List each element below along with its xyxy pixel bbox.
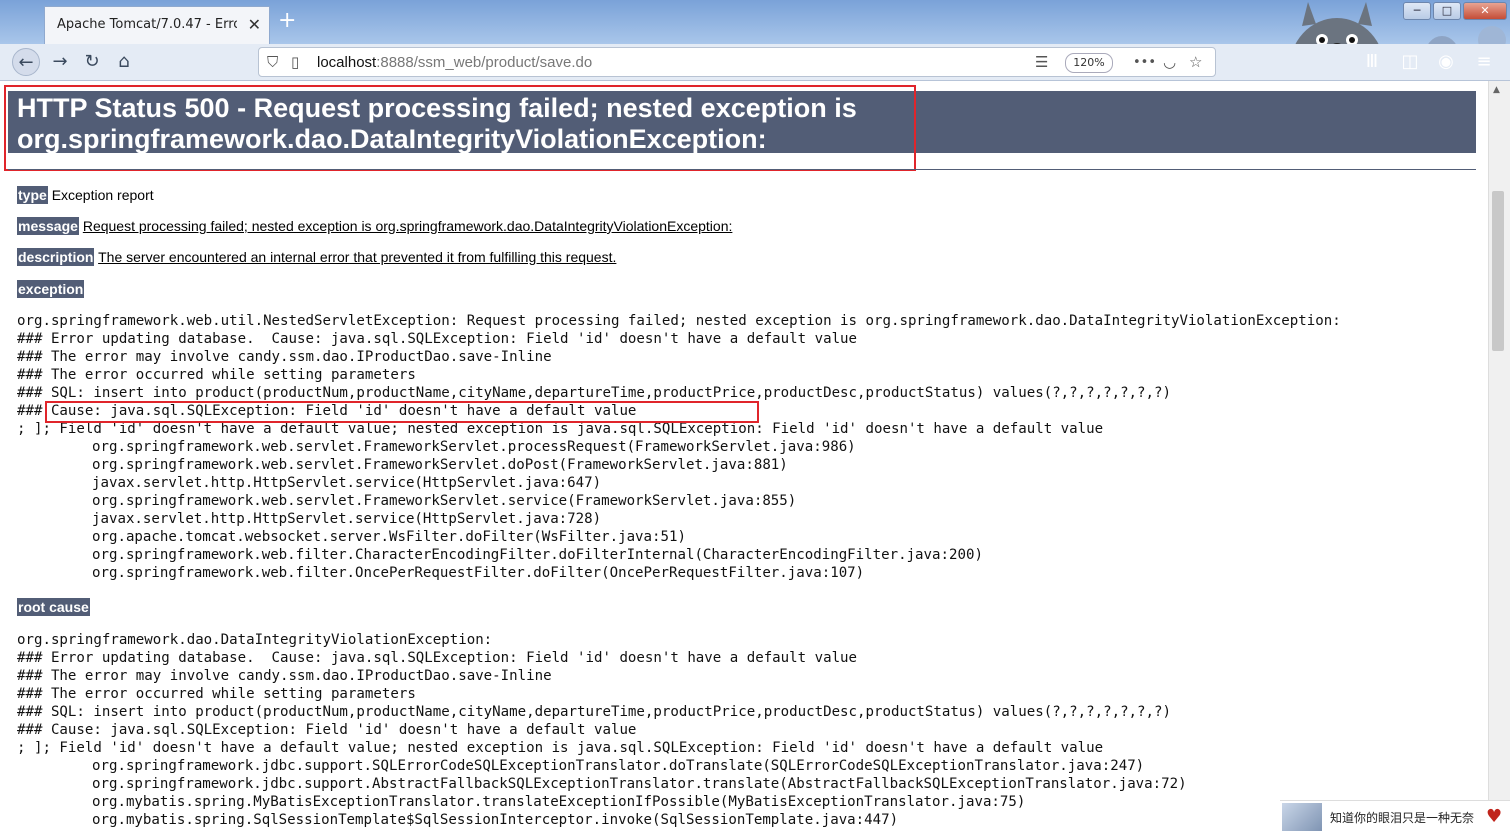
stack-frame: org.mybatis.spring.MyBatisExceptionTrans… [92, 794, 1026, 810]
menu-icon[interactable]: ≡ [1470, 48, 1498, 76]
browser-tab[interactable]: Apache Tomcat/7.0.47 - Error re ✕ [44, 6, 270, 44]
zoom-level-badge[interactable]: 120% [1065, 53, 1113, 73]
message-value: Request processing failed; nested except… [82, 218, 733, 234]
address-bar[interactable]: ⛉ ▯ localhost:8888/ssm_web/product/save.… [258, 47, 1216, 77]
message-row: message Request processing failed; neste… [17, 217, 733, 235]
trace-line: ### The error occurred while setting par… [17, 686, 416, 702]
type-row: type Exception report [17, 186, 154, 204]
stack-frame: org.mybatis.spring.SqlSessionTemplate$Sq… [92, 812, 899, 828]
exception-label: exception [17, 280, 85, 298]
close-tab-icon[interactable]: ✕ [248, 15, 261, 34]
trace-line: ### SQL: insert into product(productNum,… [17, 385, 1171, 401]
trace-line: ### Error updating database. Cause: java… [17, 650, 858, 666]
minimize-button[interactable]: ─ [1403, 2, 1431, 20]
more-actions-icon[interactable]: ••• [1133, 55, 1156, 70]
trace-line: ### The error may involve candy.ssm.dao.… [17, 349, 552, 365]
sidebar-icon[interactable]: ◫ [1396, 48, 1424, 76]
stack-frame: org.apache.tomcat.websocket.server.WsFil… [92, 529, 686, 545]
stack-frame: org.springframework.web.servlet.Framewor… [92, 439, 856, 455]
scroll-up-arrow-icon[interactable]: ▲ [1493, 85, 1500, 95]
reload-icon[interactable]: ↻ [78, 48, 106, 76]
trace-line: org.springframework.dao.DataIntegrityVio… [17, 632, 493, 648]
stack-frame: org.springframework.jdbc.support.SQLErro… [92, 758, 1145, 774]
root-cause-stack-trace: org.springframework.dao.DataIntegrityVio… [17, 631, 1187, 829]
notification-text: 知道你的眼泪只是一种无奈 [1330, 811, 1475, 825]
pocket-icon[interactable]: ◡ [1163, 53, 1176, 71]
stack-frame: org.springframework.web.filter.Character… [92, 547, 983, 563]
trace-line: ### Error updating database. Cause: java… [17, 331, 858, 347]
trace-line: org.springframework.web.util.NestedServl… [17, 313, 1341, 329]
trace-line: ### Cause: java.sql.SQLException: Field … [17, 722, 637, 738]
stack-frame: org.springframework.jdbc.support.Abstrac… [92, 776, 1187, 792]
exception-row: exception [17, 280, 85, 298]
window-close-button[interactable]: ✕ [1463, 2, 1507, 20]
stack-frame: javax.servlet.http.HttpServlet.service(H… [92, 511, 602, 527]
cause-highlight-box [45, 401, 759, 423]
page-content: HTTP Status 500 - Request processing fai… [0, 81, 1488, 832]
trace-line: ### The error may involve candy.ssm.dao.… [17, 668, 552, 684]
library-icon[interactable]: Ⅲ [1358, 48, 1386, 76]
trace-line: ; ]; Field 'id' doesn't have a default v… [17, 740, 1104, 756]
maximize-button[interactable]: □ [1433, 2, 1461, 20]
description-row: description The server encountered an in… [17, 248, 617, 266]
type-label: type [17, 186, 48, 204]
back-arrow-icon[interactable]: ← [12, 48, 40, 76]
url-path: :8888/ssm_web/product/save.do [376, 54, 593, 71]
page-info-icon[interactable]: ▯ [291, 53, 299, 71]
description-value: The server encountered an internal error… [98, 249, 617, 265]
stack-frame: org.springframework.web.servlet.Framewor… [92, 457, 788, 473]
reader-view-icon[interactable]: ☰ [1035, 53, 1048, 71]
divider [8, 169, 1476, 170]
url-text[interactable]: localhost:8888/ssm_web/product/save.do [317, 54, 592, 71]
album-cover-image [1282, 803, 1322, 831]
description-label: description [17, 248, 95, 266]
root-cause-row: root cause [17, 598, 90, 616]
forward-arrow-icon[interactable]: → [46, 48, 74, 76]
stack-frame: org.springframework.web.servlet.Framewor… [92, 493, 797, 509]
root-cause-label: root cause [17, 598, 90, 616]
music-notification[interactable]: 知道你的眼泪只是一种无奈 ♥ [1280, 800, 1510, 832]
tab-title: Apache Tomcat/7.0.47 - Error re [57, 17, 237, 32]
trace-line: ### The error occurred while setting par… [17, 367, 416, 383]
message-label: message [17, 217, 79, 235]
type-value: Exception report [51, 187, 154, 203]
stack-frame: org.springframework.web.filter.OncePerRe… [92, 565, 865, 581]
new-tab-button[interactable]: + [278, 8, 296, 33]
trace-line: ### SQL: insert into product(productNum,… [17, 704, 1171, 720]
account-icon[interactable]: ◉ [1432, 48, 1460, 76]
stack-frame: javax.servlet.http.HttpServlet.service(H… [92, 475, 602, 491]
shield-icon[interactable]: ⛉ [267, 53, 278, 71]
scrollbar-thumb[interactable] [1492, 191, 1504, 351]
vertical-scrollbar[interactable]: ▲ ▼ [1488, 81, 1510, 832]
bookmark-star-icon[interactable]: ☆ [1189, 53, 1202, 71]
browser-tab-bar: Apache Tomcat/7.0.47 - Error re ✕ + ─ □ … [0, 0, 1510, 80]
url-host: localhost [317, 54, 377, 71]
exception-stack-trace: org.springframework.web.util.NestedServl… [17, 312, 1341, 582]
home-icon[interactable]: ⌂ [110, 48, 138, 76]
title-highlight-box [4, 85, 916, 171]
navigation-toolbar: ← → ↻ ⌂ ⛉ ▯ localhost:8888/ssm_web/produ… [0, 44, 1510, 81]
heart-icon[interactable]: ♥ [1486, 806, 1502, 827]
